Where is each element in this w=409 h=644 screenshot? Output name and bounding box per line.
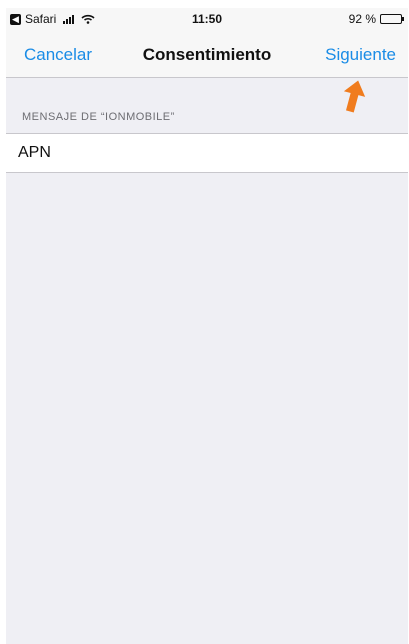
status-bar: ◀ Safari 11:50 92 %	[6, 8, 408, 30]
phone-screen: ◀ Safari 11:50 92 % Cancelar Consentimie…	[6, 8, 408, 644]
battery-percent: 92 %	[348, 12, 376, 26]
next-button[interactable]: Siguiente	[325, 45, 396, 65]
navigation-bar: Cancelar Consentimiento Siguiente	[6, 30, 408, 78]
annotation-arrow-icon	[343, 80, 366, 113]
cancel-button[interactable]: Cancelar	[24, 45, 92, 65]
status-right: 92 %	[348, 12, 404, 26]
list-item-label: APN	[18, 144, 51, 161]
battery-icon	[380, 14, 404, 24]
section-header: MENSAJE DE “IONMOBILE”	[22, 111, 175, 123]
list-item[interactable]: APN	[6, 133, 408, 173]
